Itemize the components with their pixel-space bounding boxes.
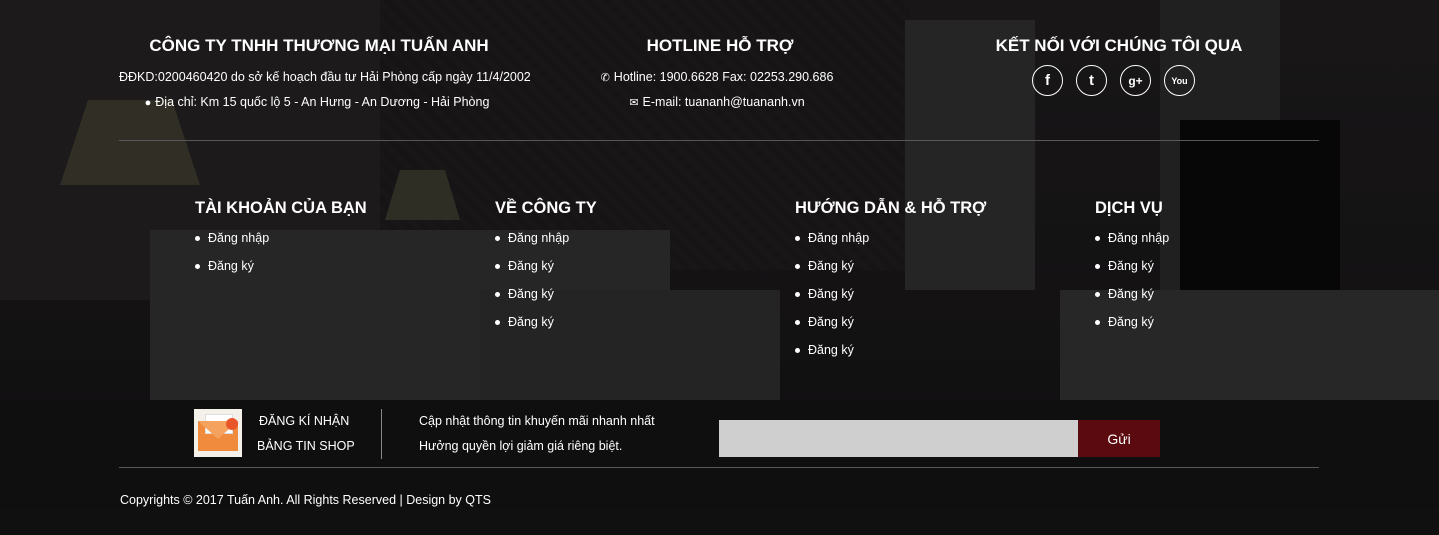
- menu-link-register[interactable]: Đăng ký: [495, 258, 597, 286]
- company-address: Địa chỉ: Km 15 quốc lộ 5 - An Hưng - An …: [155, 95, 490, 109]
- social-title: KẾT NỐI VỚI CHÚNG TÔI QUA: [995, 36, 1243, 55]
- menu-link-login[interactable]: Đăng nhập: [795, 230, 986, 258]
- envelope-icon: ✉: [629, 97, 639, 109]
- hotline-title: HOTLINE HỖ TRỢ: [646, 36, 794, 55]
- phone-icon: ✆: [600, 72, 610, 84]
- menu-link-register[interactable]: Đăng ký: [1095, 286, 1169, 314]
- newsletter-label-1: ĐĂNG KÍ NHẬN: [259, 414, 350, 428]
- menu-link-register[interactable]: Đăng ký: [195, 258, 367, 286]
- menu-company: VỀ CÔNG TY Đăng nhập Đăng ký Đăng ký Đăn…: [495, 199, 597, 342]
- menu-link-register[interactable]: Đăng ký: [795, 342, 986, 370]
- company-title: CÔNG TY TNHH THƯƠNG MẠI TUẤN ANH: [149, 36, 489, 55]
- divider-bottom: [119, 467, 1319, 468]
- menu-support: HƯỚNG DẪN & HỖ TRỢ Đăng nhập Đăng ký Đăn…: [795, 199, 986, 370]
- hotline-email: E-mail: tuananh@tuananh.vn: [642, 95, 805, 109]
- newsletter-email-input[interactable]: [719, 420, 1078, 457]
- company-address-row: ● Địa chỉ: Km 15 quốc lộ 5 - An Hưng - An…: [119, 95, 515, 109]
- map-marker-icon: ●: [144, 97, 152, 109]
- newsletter-desc-1: Cập nhật thông tin khuyến mãi nhanh nhất: [419, 414, 655, 428]
- menu-link-register[interactable]: Đăng ký: [495, 286, 597, 314]
- newsletter-desc-2: Hưởng quyền lợi giảm giá riêng biệt.: [419, 439, 623, 453]
- send-button[interactable]: Gửi: [1078, 420, 1160, 457]
- menu-title: HƯỚNG DẪN & HỖ TRỢ: [795, 199, 987, 217]
- menu-account: TÀI KHOẢN CỦA BẠN Đăng nhập Đăng ký: [195, 199, 367, 286]
- newsletter-divider: [381, 409, 382, 459]
- menu-link-register[interactable]: Đăng ký: [1095, 314, 1169, 342]
- menu-link-register[interactable]: Đăng ký: [795, 258, 986, 286]
- menu-title: DỊCH VỤ: [1095, 199, 1163, 217]
- menu-link-register[interactable]: Đăng ký: [795, 286, 986, 314]
- menu-link-login[interactable]: Đăng nhập: [1095, 230, 1169, 258]
- hotline-email-row: ✉ E-mail: tuananh@tuananh.vn: [567, 95, 867, 109]
- hotline-phone-row: ✆ Hotline: 1900.6628 Fax: 02253.290.686: [567, 70, 867, 84]
- hotline-phone: Hotline: 1900.6628 Fax: 02253.290.686: [613, 70, 834, 84]
- google-plus-icon[interactable]: g+: [1120, 65, 1151, 96]
- menu-link-register[interactable]: Đăng ký: [795, 314, 986, 342]
- menu-link-register[interactable]: Đăng ký: [1095, 258, 1169, 286]
- menu-link-login[interactable]: Đăng nhập: [195, 230, 367, 258]
- twitter-icon[interactable]: t: [1076, 65, 1107, 96]
- menu-link-register[interactable]: Đăng ký: [495, 314, 597, 342]
- copyright-text: Copyrights © 2017 Tuấn Anh. All Rights R…: [120, 493, 491, 507]
- menu-link-login[interactable]: Đăng nhập: [495, 230, 597, 258]
- menu-title: VỀ CÔNG TY: [495, 199, 597, 217]
- facebook-icon[interactable]: f: [1032, 65, 1063, 96]
- menu-services: DỊCH VỤ Đăng nhập Đăng ký Đăng ký Đăng k…: [1095, 199, 1169, 342]
- newsletter-envelope-icon: [194, 409, 242, 457]
- social-links: f t g+ You: [1032, 65, 1195, 96]
- menu-title: TÀI KHOẢN CỦA BẠN: [195, 199, 367, 217]
- youtube-icon[interactable]: You: [1164, 65, 1195, 96]
- newsletter-label-2: BẢNG TIN SHOP: [257, 439, 355, 453]
- company-registration: ĐĐKD:0200460420 do sở kế hoạch đầu tư Hả…: [119, 70, 531, 84]
- divider-top: [119, 140, 1319, 141]
